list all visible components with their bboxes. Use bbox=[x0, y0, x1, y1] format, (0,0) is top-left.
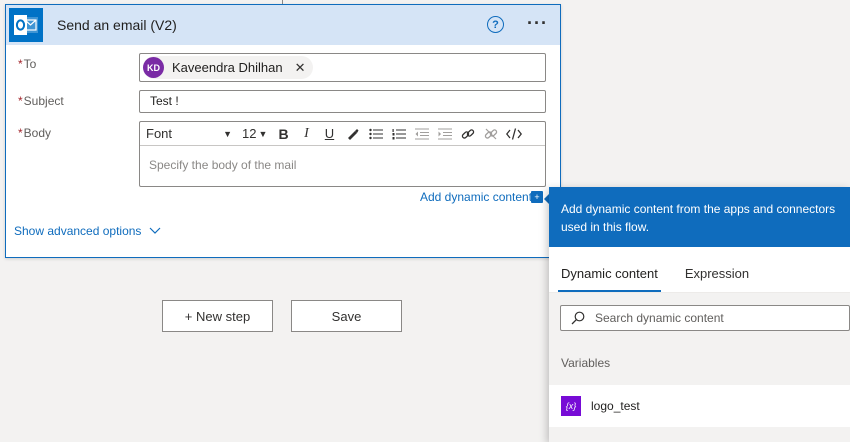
font-dropdown-value: Font bbox=[146, 126, 173, 141]
recipient-token[interactable]: KD Kaveendra Dhilhan ✕ bbox=[143, 56, 314, 79]
font-dropdown[interactable]: Font ▼ bbox=[140, 126, 238, 141]
search-icon bbox=[571, 311, 585, 325]
body-label-text: Body bbox=[23, 126, 52, 140]
bold-icon[interactable]: B bbox=[272, 123, 295, 145]
tab-dynamic-content[interactable]: Dynamic content bbox=[558, 266, 661, 292]
required-marker: * bbox=[18, 94, 23, 108]
avatar: KD bbox=[143, 57, 164, 78]
bullet-list-icon[interactable] bbox=[364, 123, 387, 145]
search-placeholder: Search dynamic content bbox=[595, 311, 724, 325]
subject-label: *Subject bbox=[18, 94, 64, 108]
increase-indent-icon[interactable] bbox=[433, 123, 456, 145]
underline-icon[interactable]: U bbox=[318, 123, 341, 145]
font-size-value: 12 bbox=[242, 126, 257, 141]
chevron-down-icon bbox=[150, 227, 161, 234]
flyout-header: Add dynamic content from the apps and co… bbox=[549, 187, 850, 247]
numbered-list-icon[interactable] bbox=[387, 123, 410, 145]
caret-down-icon: ▼ bbox=[223, 128, 232, 139]
highlight-pen-icon[interactable] bbox=[341, 123, 364, 145]
to-label-text: To bbox=[23, 57, 37, 71]
required-marker: * bbox=[18, 57, 23, 71]
rich-text-toolbar: Font ▼ 12 ▼ B I U bbox=[140, 122, 545, 146]
dynamic-content-icon[interactable]: + bbox=[531, 191, 543, 203]
variable-icon: {x} bbox=[561, 396, 581, 416]
body-label: *Body bbox=[18, 126, 51, 140]
caret-down-icon: ▼ bbox=[258, 128, 268, 139]
body-placeholder: Specify the body of the mail bbox=[149, 158, 297, 172]
action-title: Send an email (V2) bbox=[57, 17, 177, 33]
flyout-tabs: Dynamic content Expression bbox=[549, 247, 850, 293]
tab-expression[interactable]: Expression bbox=[682, 266, 752, 292]
link-icon[interactable] bbox=[456, 123, 479, 145]
required-marker: * bbox=[18, 126, 23, 140]
show-advanced-options[interactable]: Show advanced options bbox=[14, 224, 161, 238]
code-view-icon[interactable] bbox=[502, 123, 525, 145]
flyout-bottom-strip bbox=[549, 427, 850, 442]
remove-recipient-icon[interactable]: ✕ bbox=[295, 60, 306, 76]
search-input[interactable]: Search dynamic content bbox=[560, 305, 850, 331]
send-email-action-card: Send an email (V2) ? ··· *To KD Kaveendr… bbox=[5, 4, 561, 258]
section-header-variables: Variables bbox=[549, 341, 850, 385]
to-field[interactable]: KD Kaveendra Dhilhan ✕ bbox=[139, 53, 546, 82]
dynamic-content-flyout: Add dynamic content from the apps and co… bbox=[549, 187, 850, 442]
decrease-indent-icon[interactable] bbox=[410, 123, 433, 145]
card-header[interactable]: Send an email (V2) ? ··· bbox=[6, 5, 560, 45]
search-area: Search dynamic content bbox=[549, 293, 850, 341]
italic-icon[interactable]: I bbox=[295, 123, 318, 145]
subject-label-text: Subject bbox=[23, 94, 64, 108]
list-item[interactable]: {x} logo_test bbox=[549, 385, 850, 427]
body-editor[interactable]: Font ▼ 12 ▼ B I U Specify the body of th… bbox=[139, 121, 546, 187]
new-step-button[interactable]: + New step bbox=[162, 300, 273, 332]
save-button[interactable]: Save bbox=[291, 300, 402, 332]
subject-field[interactable]: Test ! bbox=[139, 90, 546, 113]
variable-label: logo_test bbox=[591, 399, 640, 413]
to-label: *To bbox=[18, 57, 36, 71]
show-advanced-label: Show advanced options bbox=[14, 224, 142, 238]
recipient-name: Kaveendra Dhilhan bbox=[172, 60, 283, 75]
outlook-icon bbox=[9, 8, 43, 42]
font-size-dropdown[interactable]: 12 ▼ bbox=[238, 126, 272, 141]
help-icon[interactable]: ? bbox=[487, 16, 504, 33]
more-options-icon[interactable]: ··· bbox=[527, 13, 548, 34]
add-dynamic-content-link[interactable]: Add dynamic content bbox=[420, 190, 532, 204]
unlink-icon[interactable] bbox=[479, 123, 502, 145]
